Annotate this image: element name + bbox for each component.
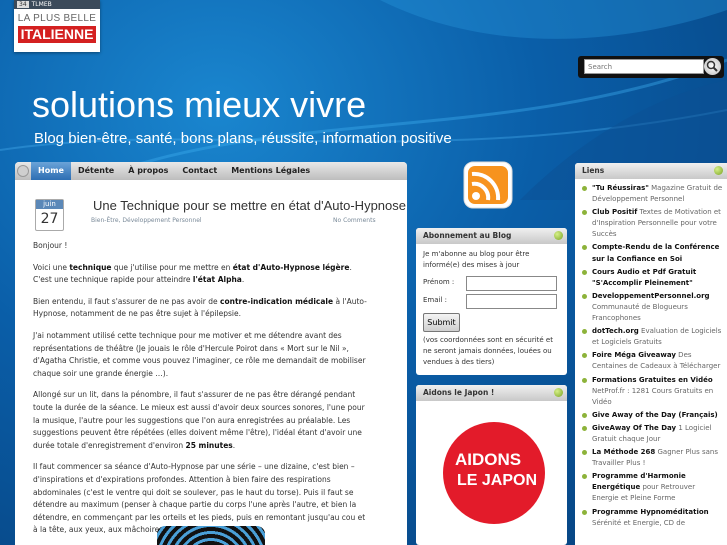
link-description: Communauté de Blogueurs Francophones bbox=[592, 302, 688, 323]
link-item[interactable]: Give Away of the Day (Français) bbox=[582, 410, 723, 421]
banner-ad[interactable]: 34 TLMEB LA PLUS BELLE ITALIENNE bbox=[14, 0, 100, 52]
post-body: Bonjour ! Voici une technique que j'util… bbox=[33, 240, 368, 545]
post-title[interactable]: Une Technique pour se mettre en état d'A… bbox=[93, 198, 406, 213]
search-input[interactable] bbox=[584, 59, 704, 74]
subscribe-title: Abonnement au Blog bbox=[423, 231, 512, 240]
nav-mentions-legales[interactable]: Mentions Légales bbox=[224, 162, 317, 180]
logo-line2: LE JAPON bbox=[457, 472, 538, 489]
post-paragraph: Bien entendu, il faut s'assurer de ne pa… bbox=[33, 296, 367, 319]
widget-toggle-icon[interactable] bbox=[714, 166, 723, 175]
main-nav: Home Détente À propos Contact Mentions L… bbox=[15, 162, 407, 180]
banner-line1: LA PLUS BELLE bbox=[17, 13, 97, 24]
post-paragraph: Voici une technique que j'utilise pour m… bbox=[33, 262, 352, 285]
prenom-label: Prénom : bbox=[423, 278, 455, 286]
link-item[interactable]: GiveAway Of The Day 1 Logiciel Gratuit c… bbox=[582, 423, 723, 445]
subscribe-header: Abonnement au Blog bbox=[416, 228, 567, 244]
aidons-widget: Aidons le Japon ! AIDONS LE JAPON bbox=[416, 385, 567, 545]
link-item[interactable]: Programme Hypnoméditation Sérénité et En… bbox=[582, 507, 723, 529]
link-item[interactable]: DeveloppementPersonnel.org Communauté de… bbox=[582, 291, 723, 324]
link-name[interactable]: Give Away of the Day (Français) bbox=[592, 411, 718, 419]
link-description: NetProf.fr : 1281 Cours Gratuits en Vidé… bbox=[592, 386, 714, 406]
search-button[interactable] bbox=[704, 58, 721, 75]
post-paragraph: Bonjour ! bbox=[33, 241, 68, 250]
post-comments-link[interactable]: No Comments bbox=[333, 217, 376, 224]
email-label: Email : bbox=[423, 296, 448, 304]
widget-toggle-icon[interactable] bbox=[554, 388, 563, 397]
banner-strip-number: 34 bbox=[17, 1, 29, 8]
link-name[interactable]: La Méthode 268 bbox=[592, 448, 655, 456]
link-item[interactable]: Foire Méga Giveaway Des Centaines de Cad… bbox=[582, 350, 723, 372]
post-day: 27 bbox=[40, 211, 59, 227]
link-item[interactable]: Club Positif Textes de Motivation et d'I… bbox=[582, 207, 723, 240]
link-name[interactable]: Programme Hypnoméditation bbox=[592, 508, 709, 516]
submit-button[interactable]: Submit bbox=[423, 313, 460, 332]
link-item[interactable]: dotTech.org Evaluation de Logiciels et L… bbox=[582, 326, 723, 348]
link-item[interactable]: Formations Gratuites en Vidéo NetProf.fr… bbox=[582, 375, 723, 408]
search-box bbox=[578, 56, 724, 78]
link-name[interactable]: Cours Audio et Pdf Gratuit "S'Accomplir … bbox=[592, 268, 696, 287]
link-name[interactable]: GiveAway Of The Day bbox=[592, 424, 676, 432]
link-item[interactable]: Compte-Rendu de la Conférence sur la Con… bbox=[582, 242, 723, 264]
link-name[interactable]: "Tu Réussiras" bbox=[592, 184, 649, 192]
nav-detente[interactable]: Détente bbox=[71, 162, 121, 180]
nav-home[interactable]: Home bbox=[31, 162, 71, 180]
link-name[interactable]: Club Positif bbox=[592, 208, 637, 216]
link-item[interactable]: "Tu Réussiras" Magazine Gratuit de Dével… bbox=[582, 183, 723, 205]
link-item[interactable]: Programme d'Harmonie Energétique pour Re… bbox=[582, 471, 723, 504]
links-list: "Tu Réussiras" Magazine Gratuit de Dével… bbox=[575, 179, 727, 529]
logo-line1: AIDONS bbox=[455, 450, 522, 469]
main-content: Home Détente À propos Contact Mentions L… bbox=[15, 162, 407, 545]
post-month: juin bbox=[36, 200, 63, 209]
link-item[interactable]: Cours Audio et Pdf Gratuit "S'Accomplir … bbox=[582, 267, 723, 289]
post-date: juin 27 bbox=[35, 199, 64, 231]
home-icon[interactable] bbox=[15, 162, 31, 180]
link-name[interactable]: Compte-Rendu de la Conférence sur la Con… bbox=[592, 243, 719, 262]
search-icon bbox=[706, 60, 718, 72]
link-name[interactable]: Formations Gratuites en Vidéo bbox=[592, 376, 713, 384]
link-name[interactable]: DeveloppementPersonnel.org bbox=[592, 292, 710, 300]
link-name[interactable]: Foire Méga Giveaway bbox=[592, 351, 676, 359]
link-item[interactable]: La Méthode 268 Gagner Plus sans Travaill… bbox=[582, 447, 723, 469]
post-categories[interactable]: Bien-Être, Développement Personnel bbox=[91, 217, 202, 224]
email-field[interactable] bbox=[466, 294, 557, 309]
links-header: Liens bbox=[575, 163, 727, 179]
prenom-field[interactable] bbox=[466, 276, 557, 291]
subscribe-intro: Je m'abonne au blog pour être informé(e)… bbox=[423, 250, 530, 269]
link-name[interactable]: dotTech.org bbox=[592, 327, 639, 335]
site-title[interactable]: solutions mieux vivre bbox=[32, 84, 366, 126]
link-description: Sérénité et Energie, CD de bbox=[592, 518, 686, 527]
widget-toggle-icon[interactable] bbox=[554, 231, 563, 240]
post-image bbox=[157, 526, 265, 545]
subscribe-widget: Abonnement au Blog Je m'abonne au blog p… bbox=[416, 228, 567, 375]
aidons-title: Aidons le Japon ! bbox=[423, 388, 495, 397]
privacy-note: (vos coordonnées sont en sécurité et ne … bbox=[423, 336, 553, 366]
nav-a-propos[interactable]: À propos bbox=[121, 162, 175, 180]
banner-strip-brand: TLMEB bbox=[31, 1, 52, 8]
links-title: Liens bbox=[582, 166, 605, 175]
aidons-header: Aidons le Japon ! bbox=[416, 385, 567, 401]
rss-icon[interactable] bbox=[460, 160, 520, 212]
links-widget: Liens "Tu Réussiras" Magazine Gratuit de… bbox=[575, 163, 727, 545]
post-paragraph: Allongé sur un lit, dans la pénombre, il… bbox=[33, 390, 365, 450]
aidons-le-japon-logo[interactable]: AIDONS LE JAPON bbox=[443, 422, 545, 524]
post-paragraph: J'ai notamment utilisé cette technique p… bbox=[33, 330, 366, 378]
site-tagline: Blog bien-être, santé, bons plans, réuss… bbox=[34, 130, 452, 147]
banner-strip: 34 TLMEB bbox=[14, 0, 100, 9]
banner-line2: ITALIENNE bbox=[18, 26, 96, 43]
nav-contact[interactable]: Contact bbox=[175, 162, 224, 180]
